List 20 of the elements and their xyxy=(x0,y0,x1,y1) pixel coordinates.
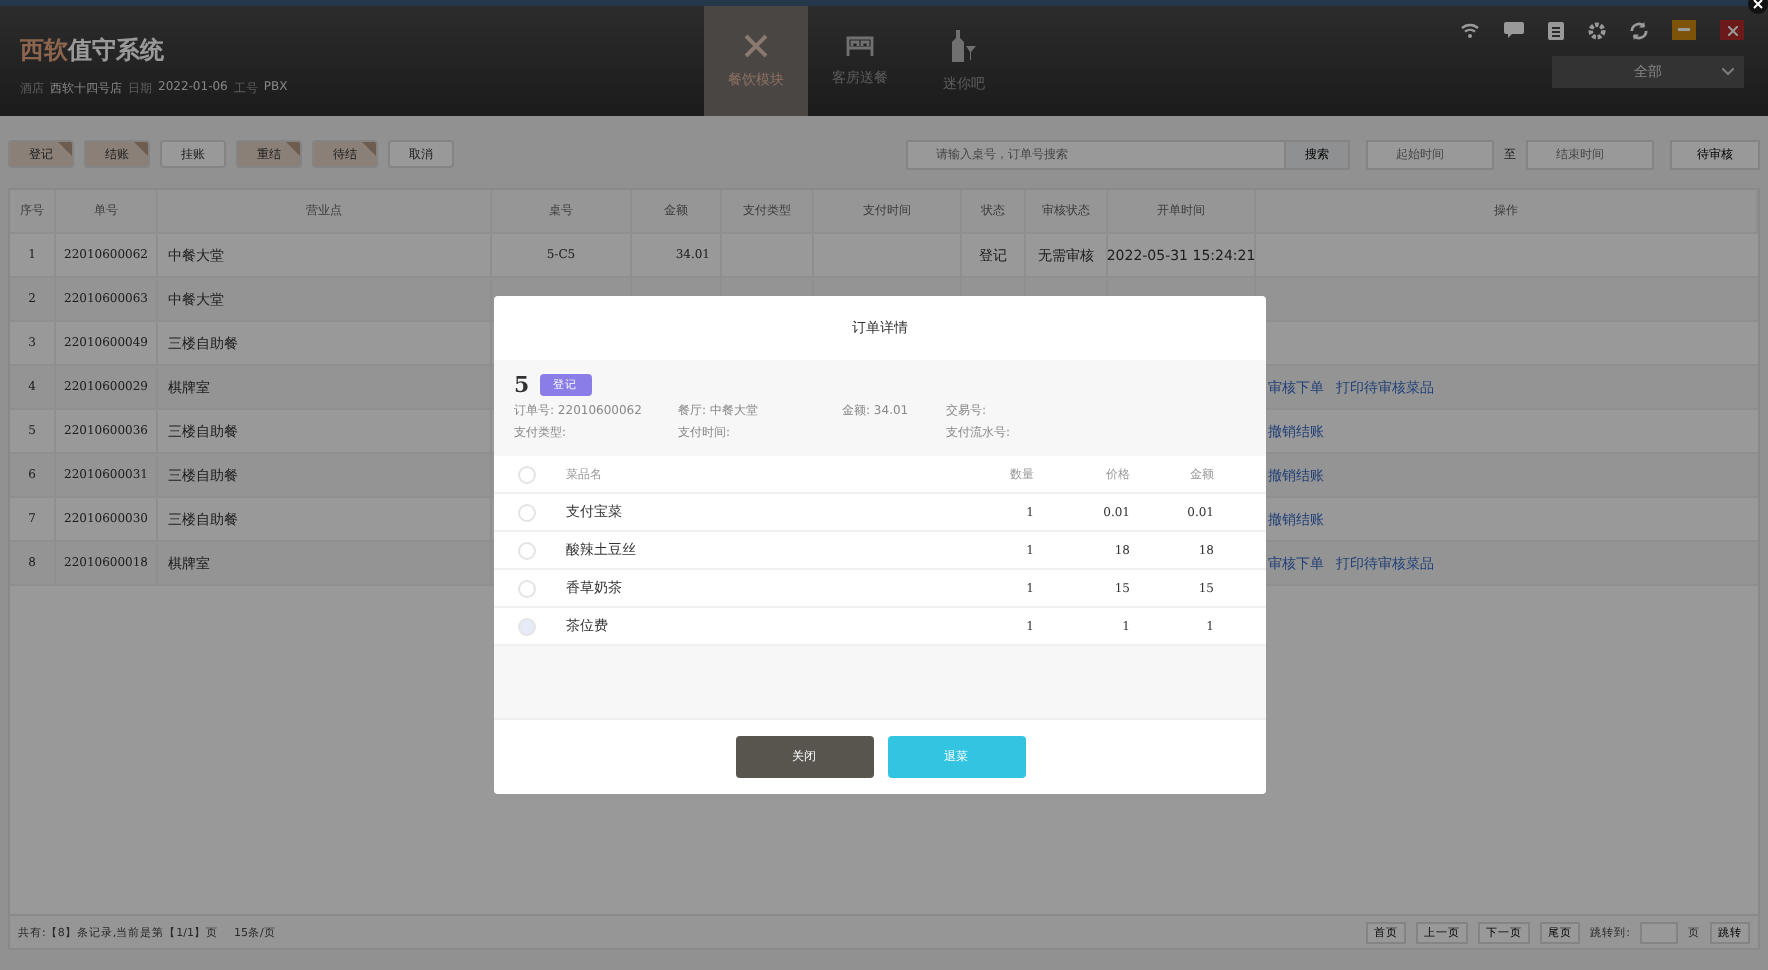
minimize-button[interactable] xyxy=(1672,20,1696,40)
close-icon[interactable] xyxy=(1748,0,1768,14)
message-icon[interactable] xyxy=(1504,22,1524,38)
bed-icon xyxy=(846,35,874,55)
utensils-icon xyxy=(744,33,768,57)
table-number: 5 xyxy=(514,372,530,398)
item-radio[interactable] xyxy=(518,541,536,559)
item-radio[interactable] xyxy=(518,579,536,597)
refresh-icon[interactable] xyxy=(1630,21,1648,39)
wifi-icon[interactable] xyxy=(1460,22,1480,38)
select-all-radio[interactable] xyxy=(518,465,536,483)
close-button[interactable] xyxy=(1720,20,1744,40)
minus-icon xyxy=(1678,28,1690,32)
app-title: 西软值守系统 xyxy=(20,34,166,68)
chevron-down-icon xyxy=(1722,68,1734,76)
close-icon xyxy=(1727,25,1737,35)
document-icon[interactable] xyxy=(1548,21,1564,39)
item-radio[interactable] xyxy=(518,503,536,521)
settings-icon[interactable] xyxy=(1588,21,1606,39)
bottle-glass-icon xyxy=(950,29,978,61)
